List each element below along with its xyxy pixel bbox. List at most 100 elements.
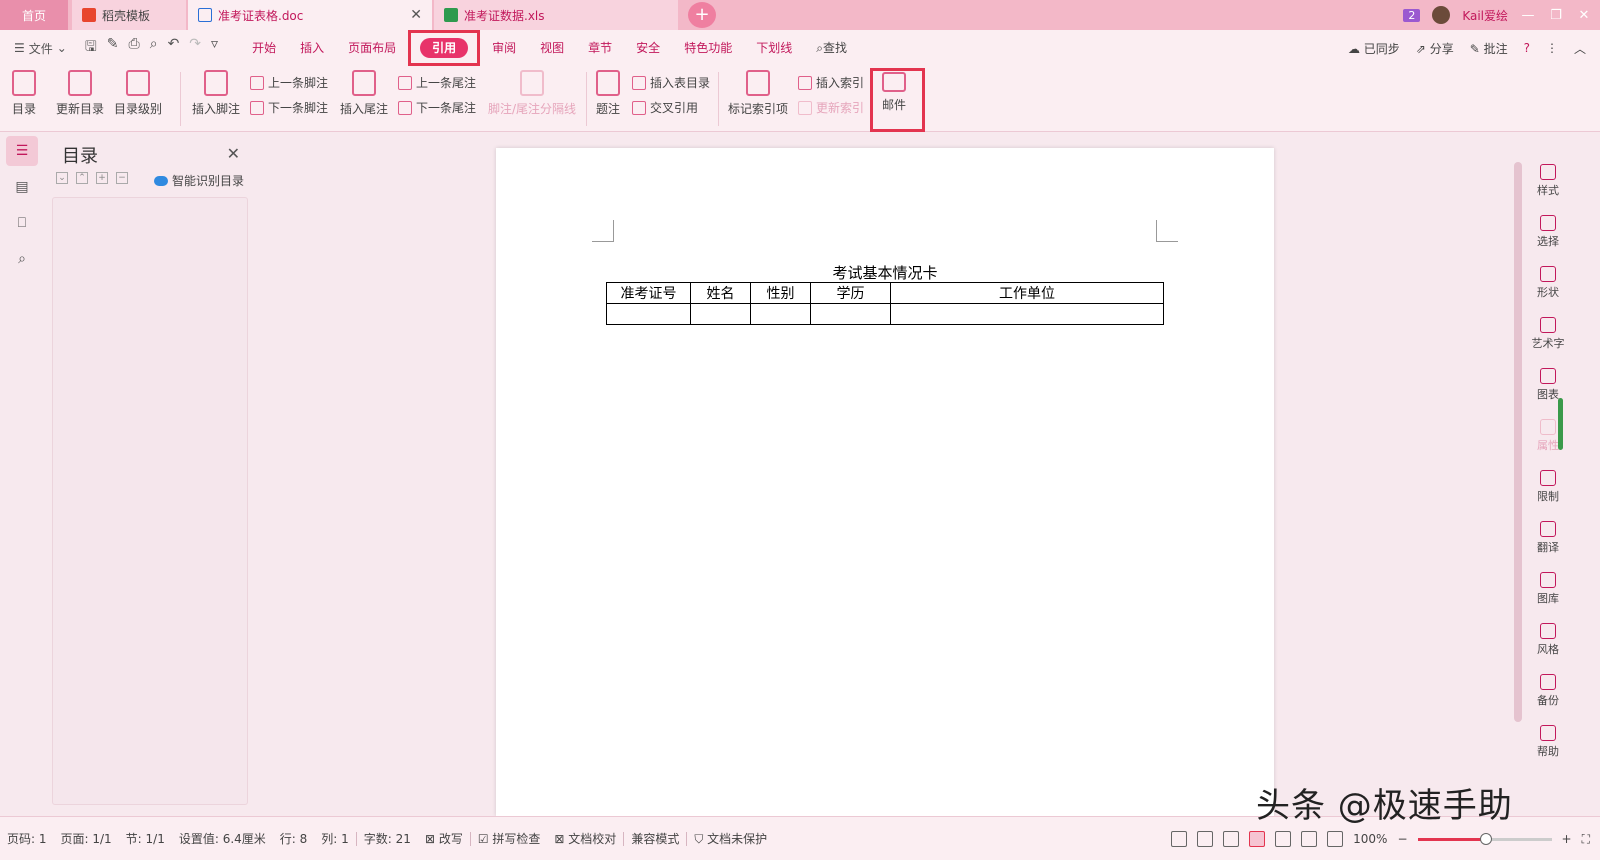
avatar[interactable] xyxy=(1432,6,1451,24)
proofread-button[interactable]: ⊠ 文档校对 xyxy=(547,830,623,847)
sidebar-item-chart[interactable]: 图表 xyxy=(1526,368,1570,402)
outline-view-icon[interactable] xyxy=(1275,831,1292,847)
sidebar-item-style[interactable]: 样式 xyxy=(1526,164,1570,198)
zoom-level[interactable]: 100% xyxy=(1353,832,1387,846)
print-preview-icon[interactable]: ⌕ xyxy=(150,36,158,60)
tab-features[interactable]: 特色功能 xyxy=(672,30,744,66)
expand-icon[interactable]: ⌄ xyxy=(56,172,68,184)
tab-xls[interactable]: 准考证数据.xls xyxy=(434,0,678,30)
remove-level-icon[interactable]: − xyxy=(116,172,128,184)
collapse-icon[interactable]: ⌃ xyxy=(76,172,88,184)
user-name[interactable]: Kail爱绘 xyxy=(1462,7,1508,24)
revise-mode-button[interactable]: ⊠ 改写 xyxy=(418,830,470,847)
table-header-cell[interactable]: 工作单位 xyxy=(890,282,1164,304)
add-level-icon[interactable]: + xyxy=(96,172,108,184)
table-header-cell[interactable]: 姓名 xyxy=(690,282,751,304)
read-mode-icon[interactable] xyxy=(1197,831,1214,847)
zoom-knob[interactable] xyxy=(1479,832,1492,845)
close-panel-icon[interactable]: ✕ xyxy=(227,144,240,163)
prev-footnote-button[interactable]: 上一条脚注 xyxy=(250,74,328,91)
table-header-cell[interactable]: 性别 xyxy=(750,282,811,304)
page-nav-icon[interactable]: ▤ xyxy=(6,172,38,202)
toc-level-button[interactable]: 目录级别 xyxy=(114,70,162,117)
format-painter-icon[interactable]: ✎ xyxy=(107,36,119,60)
tab-layout[interactable]: 页面布局 xyxy=(336,30,408,66)
sidebar-item-translate[interactable]: 翻译 xyxy=(1526,521,1570,555)
tab-home[interactable]: 首页 xyxy=(0,0,68,30)
new-tab-button[interactable]: + xyxy=(688,2,716,28)
sidebar-item-restrict[interactable]: 限制 xyxy=(1526,470,1570,504)
info-table[interactable]: 准考证号 姓名 性别 学历 工作单位 xyxy=(606,282,1164,325)
sidebar-item-gallery[interactable]: 图库 xyxy=(1526,572,1570,606)
spell-check-button[interactable]: ☑ 拼写检查 xyxy=(471,830,548,847)
smart-toc-button[interactable]: 智能识别目录 xyxy=(154,172,244,189)
eye-protect-icon[interactable] xyxy=(1327,831,1344,847)
toc-button[interactable]: 目录 xyxy=(12,70,36,117)
zoom-slider[interactable] xyxy=(1417,832,1552,845)
tab-insert[interactable]: 插入 xyxy=(288,30,336,66)
tab-chapter[interactable]: 章节 xyxy=(576,30,624,66)
redo-icon[interactable]: ↷ xyxy=(189,36,201,60)
close-icon[interactable]: ✕ xyxy=(410,7,422,23)
table-header-cell[interactable]: 准考证号 xyxy=(606,282,691,304)
save-icon[interactable]: 🖫 xyxy=(85,36,97,60)
file-menu[interactable]: ☰ 文件 ⌄ xyxy=(14,40,67,57)
insert-footnote-button[interactable]: 插入脚注 xyxy=(192,70,240,117)
vertical-scrollbar[interactable] xyxy=(1510,132,1526,816)
insert-table-toc-button[interactable]: 插入表目录 xyxy=(632,74,710,91)
minimize-icon[interactable]: — xyxy=(1520,8,1536,23)
sync-button[interactable]: ☁ 已同步 xyxy=(1348,40,1400,57)
insert-endnote-button[interactable]: 插入尾注 xyxy=(340,70,388,117)
toc-nav-icon[interactable]: ☰ xyxy=(6,136,38,166)
caption-button[interactable]: 题注 xyxy=(596,70,620,117)
sidebar-item-theme[interactable]: 风格 xyxy=(1526,623,1570,657)
fullscreen-icon[interactable] xyxy=(1171,831,1188,847)
insert-index-button[interactable]: 插入索引 xyxy=(798,74,864,91)
tab-references[interactable]: 引用 xyxy=(408,30,481,66)
table-cell[interactable] xyxy=(606,303,691,325)
zoom-out-icon[interactable]: − xyxy=(1397,832,1407,846)
find-icon[interactable]: ⌕ xyxy=(6,244,38,274)
sidebar-item-properties[interactable]: 属性 xyxy=(1526,419,1570,453)
protect-status[interactable]: ⛉ 文档未保护 xyxy=(687,830,774,847)
bookmark-icon[interactable]: ⎕ xyxy=(6,208,38,238)
sidebar-item-backup[interactable]: 备份 xyxy=(1526,674,1570,708)
table-cell[interactable] xyxy=(810,303,891,325)
window-close-icon[interactable]: ✕ xyxy=(1576,8,1592,23)
sidebar-item-help[interactable]: 帮助 xyxy=(1526,725,1570,759)
prev-endnote-button[interactable]: 上一条尾注 xyxy=(398,74,476,91)
more-vertical-icon[interactable]: ⋮ xyxy=(1546,41,1558,55)
undo-icon[interactable]: ↶ xyxy=(168,36,180,60)
table-cell[interactable] xyxy=(690,303,751,325)
web-view-icon[interactable] xyxy=(1301,831,1318,847)
tab-review[interactable]: 审阅 xyxy=(480,30,528,66)
tab-doc[interactable]: 准考证表格.doc ✕ xyxy=(188,0,432,30)
help-icon[interactable]: ? xyxy=(1524,41,1530,55)
footnote-separator-button[interactable]: 脚注/尾注分隔线 xyxy=(488,70,576,117)
write-mode-icon[interactable] xyxy=(1223,831,1240,847)
next-endnote-button[interactable]: 下一条尾注 xyxy=(398,99,476,116)
next-footnote-button[interactable]: 下一条脚注 xyxy=(250,99,328,116)
mark-index-button[interactable]: 标记索引项 xyxy=(728,70,788,117)
comment-button[interactable]: ✎ 批注 xyxy=(1470,40,1508,57)
notification-badge[interactable]: 2 xyxy=(1403,8,1421,22)
share-button[interactable]: ⇗ 分享 xyxy=(1416,40,1454,57)
fit-screen-icon[interactable]: ⛶ xyxy=(1582,832,1590,847)
document-page[interactable]: 考试基本情况卡 准考证号 姓名 性别 学历 工作单位 xyxy=(496,148,1274,816)
sidebar-item-wordart[interactable]: 艺术字 xyxy=(1526,317,1570,351)
restore-icon[interactable]: ❐ xyxy=(1548,8,1564,23)
sidebar-item-shape[interactable]: 形状 xyxy=(1526,266,1570,300)
search-button[interactable]: ⌕查找 xyxy=(804,30,859,66)
collapse-ribbon-icon[interactable]: ︿ xyxy=(1574,40,1586,57)
update-index-button[interactable]: 更新索引 xyxy=(798,99,864,116)
tab-underline[interactable]: 下划线 xyxy=(744,30,804,66)
more-icon[interactable]: ▿ xyxy=(211,36,218,60)
tab-security[interactable]: 安全 xyxy=(624,30,672,66)
sidebar-item-select[interactable]: 选择 xyxy=(1526,215,1570,249)
zoom-in-icon[interactable]: + xyxy=(1562,832,1572,846)
tab-start[interactable]: 开始 xyxy=(240,30,288,66)
scrollbar-thumb[interactable] xyxy=(1514,162,1522,722)
table-cell[interactable] xyxy=(890,303,1164,325)
tab-view[interactable]: 视图 xyxy=(528,30,576,66)
page-view-icon[interactable] xyxy=(1249,831,1266,847)
